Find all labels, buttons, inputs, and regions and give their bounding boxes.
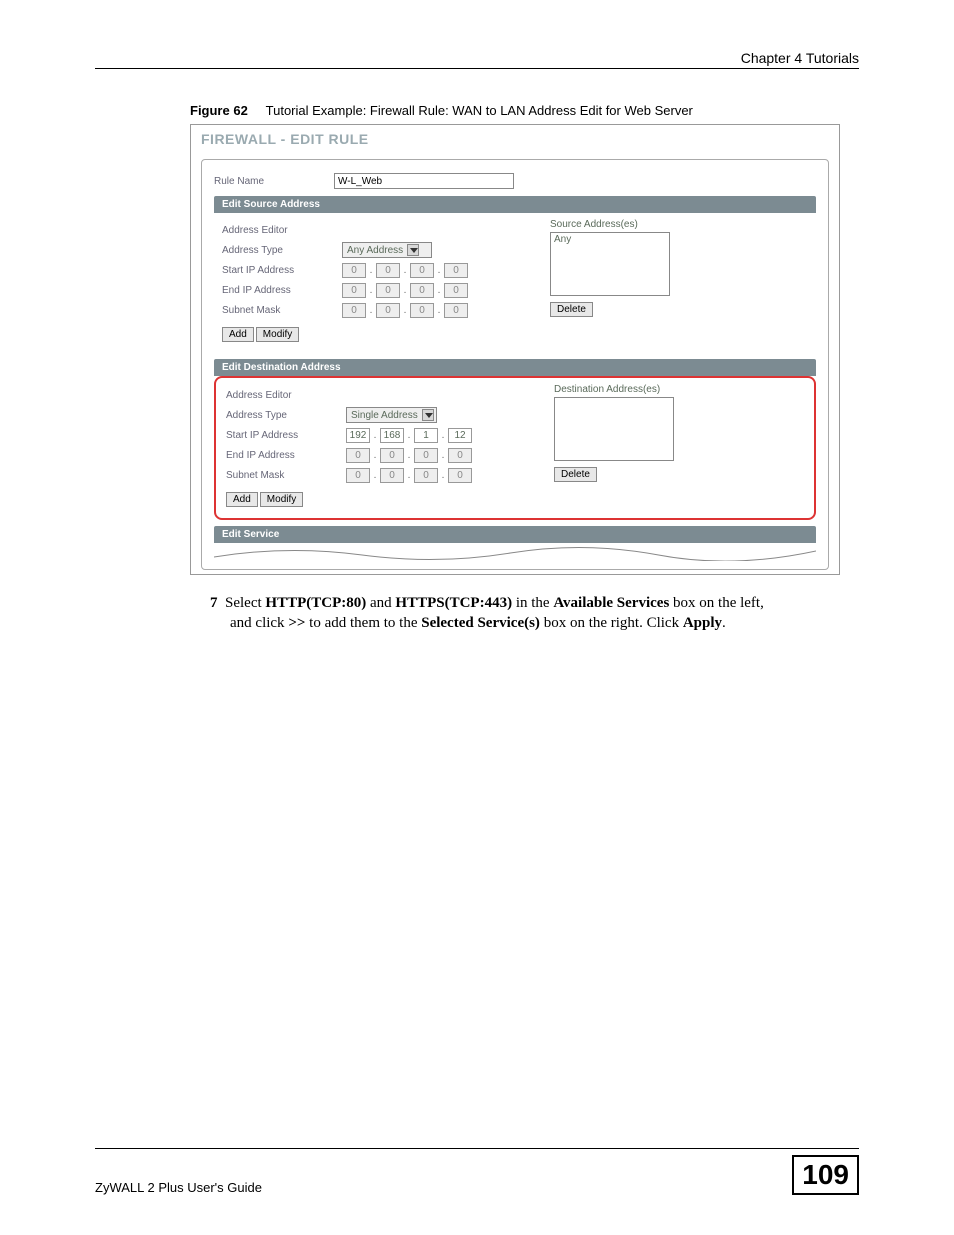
source-modify-button[interactable]: Modify [256,327,299,342]
source-editor-label: Address Editor [222,225,342,236]
source-addresses-label: Source Address(es) [550,219,808,230]
service-header: Edit Service [214,526,816,543]
source-section: Address Editor Address Type Any Address … [214,213,816,353]
source-header: Edit Source Address [214,196,816,213]
edit-rule-panel: Rule Name Edit Source Address Address Ed… [201,159,829,570]
dest-mask[interactable]: 0. 0. 0. 0 [346,468,472,483]
dest-modify-button[interactable]: Modify [260,492,303,507]
page-footer: ZyWALL 2 Plus User's Guide 109 [95,1148,859,1195]
dest-delete-button[interactable]: Delete [554,467,597,482]
dest-addresses-list[interactable] [554,397,674,461]
dest-editor-label: Address Editor [226,390,346,401]
figure-caption-text: Tutorial Example: Firewall Rule: WAN to … [266,103,693,118]
rule-name-label: Rule Name [214,176,334,187]
list-item[interactable]: Any [554,234,666,245]
screenshot-title: FIREWALL - EDIT RULE [191,125,839,155]
dest-addresses-label: Destination Address(es) [554,384,804,395]
step-7-text: 7 Select HTTP(TCP:80) and HTTPS(TCP:443)… [210,593,789,634]
screenshot-panel: FIREWALL - EDIT RULE Rule Name Edit Sour… [190,124,840,575]
source-add-button[interactable]: Add [222,327,254,342]
dest-add-button[interactable]: Add [226,492,258,507]
source-mask[interactable]: 0. 0. 0. 0 [342,303,468,318]
guide-title: ZyWALL 2 Plus User's Guide [95,1180,262,1195]
source-address-type-value: Any Address [347,245,403,256]
dest-mask-label: Subnet Mask [226,470,346,481]
dest-address-type-value: Single Address [351,410,418,421]
source-address-type-select[interactable]: Any Address [342,242,432,258]
figure-label: Figure 62 [190,103,248,118]
source-end-ip[interactable]: 0. 0. 0. 0 [342,283,468,298]
source-start-ip[interactable]: 0. 0. 0. 0 [342,263,468,278]
source-end-ip-label: End IP Address [222,285,342,296]
source-start-ip-label: Start IP Address [222,265,342,276]
chevron-down-icon [407,244,419,256]
chevron-down-icon [422,409,434,421]
source-delete-button[interactable]: Delete [550,302,593,317]
figure-caption: Figure 62 Tutorial Example: Firewall Rul… [190,103,859,118]
dest-end-ip[interactable]: 0. 0. 0. 0 [346,448,472,463]
cutoff-wave-icon [214,543,816,561]
rule-name-input[interactable] [334,173,514,189]
step-number: 7 [210,595,218,611]
dest-start-ip-label: Start IP Address [226,430,346,441]
chapter-header: Chapter 4 Tutorials [95,50,859,69]
dest-start-ip[interactable]: 192. 168. 1. 12 [346,428,472,443]
dest-header: Edit Destination Address [214,359,816,376]
dest-end-ip-label: End IP Address [226,450,346,461]
source-mask-label: Subnet Mask [222,305,342,316]
source-addresses-list[interactable]: Any [550,232,670,296]
page-number: 109 [792,1155,859,1195]
dest-address-type-select[interactable]: Single Address [346,407,437,423]
dest-highlight: Address Editor Address Type Single Addre… [214,376,816,520]
source-address-type-label: Address Type [222,245,342,256]
dest-address-type-label: Address Type [226,410,346,421]
